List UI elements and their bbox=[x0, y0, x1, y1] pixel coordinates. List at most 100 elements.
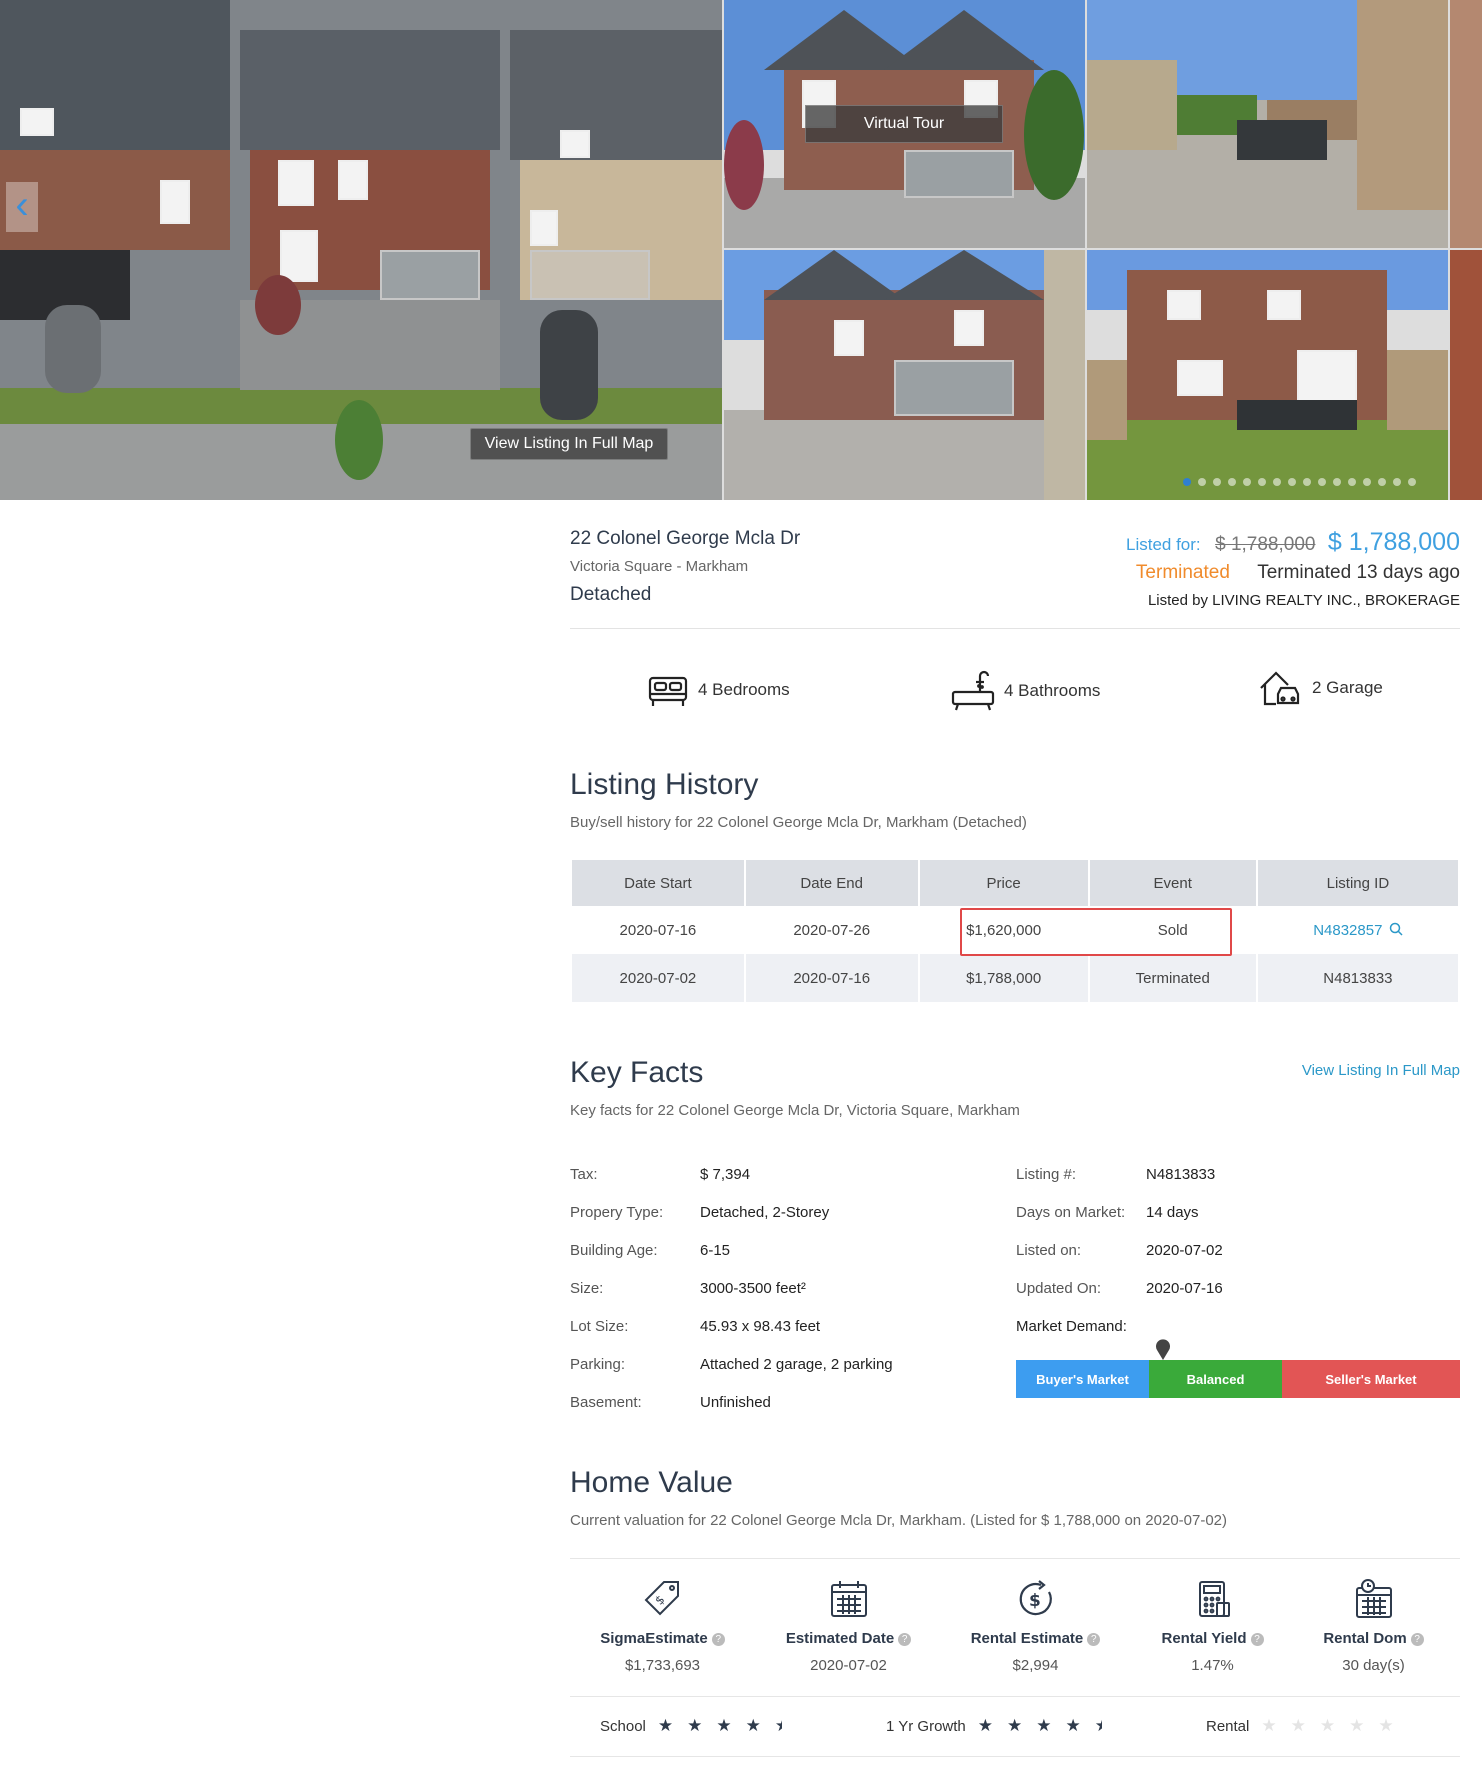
fact-label: Days on Market: bbox=[1016, 1203, 1126, 1221]
table-row: 2020-07-16 2020-07-26 $1,620,000 Sold N4… bbox=[572, 906, 1458, 954]
star-rating-icon: ★★★★★ bbox=[657, 1716, 782, 1735]
estimated-date-label: Estimated Date bbox=[785, 1630, 895, 1647]
gallery-dot[interactable] bbox=[1363, 478, 1371, 486]
rental-rating: Rental ★★★★★ bbox=[1206, 1716, 1408, 1736]
chevron-left-icon[interactable]: ‹ bbox=[6, 182, 38, 232]
calculator-icon bbox=[1198, 1581, 1230, 1617]
status-time: Terminated 13 days ago bbox=[1257, 562, 1460, 583]
fact-listed-on: Listed on: 2020-07-02 bbox=[1016, 1231, 1223, 1269]
photo-gallery: ‹ View Listing In Full Map Virtual Tour bbox=[0, 0, 1482, 500]
fact-label: Size: bbox=[570, 1279, 604, 1297]
sigma-estimate-value: $1,733,693 bbox=[624, 1657, 701, 1674]
fact-value: 45.93 x 98.43 feet bbox=[700, 1317, 821, 1335]
sellers-market-segment: Seller's Market bbox=[1282, 1360, 1460, 1398]
home-value-title: Home Value bbox=[570, 1466, 733, 1499]
sigma-estimate-label: SigmaEstimate bbox=[600, 1630, 708, 1647]
fact-value: Detached, 2-Storey bbox=[700, 1203, 830, 1221]
star-rating-icon: ★★★★★ bbox=[977, 1716, 1102, 1735]
current-price: $ 1,788,000 bbox=[1327, 528, 1460, 556]
fact-value: N4813833 bbox=[1146, 1165, 1216, 1183]
listing-property-type: Detached bbox=[570, 584, 652, 605]
gallery-photo-rear[interactable] bbox=[1087, 250, 1448, 500]
date-start-cell: 2020-07-02 bbox=[572, 954, 744, 1002]
gallery-dot[interactable] bbox=[1258, 478, 1266, 486]
listing-id-link[interactable]: N4832857 bbox=[1313, 922, 1382, 939]
date-end-cell: 2020-07-16 bbox=[745, 954, 918, 1002]
gallery-dot[interactable] bbox=[1288, 478, 1296, 486]
home-value-subtitle: Current valuation for 22 Colonel George … bbox=[570, 1512, 1228, 1529]
price-cell: $1,788,000 bbox=[919, 954, 1088, 1002]
calendar-clock-icon bbox=[1355, 1579, 1392, 1618]
virtual-tour-button[interactable]: Virtual Tour bbox=[805, 105, 1003, 143]
status-badge: Terminated bbox=[1135, 562, 1230, 583]
gallery-dot[interactable] bbox=[1198, 478, 1206, 486]
fact-tax: Tax: $ 7,394 bbox=[570, 1155, 893, 1193]
rental-estimate: $ Rental Estimate? $2,994 bbox=[948, 1578, 1123, 1674]
fact-size: Size: 3000-3500 feet² bbox=[570, 1269, 893, 1307]
help-icon[interactable]: ? bbox=[1087, 1633, 1101, 1646]
listing-history-subtitle: Buy/sell history for 22 Colonel George M… bbox=[570, 814, 1027, 831]
garage-label: 2 Garage bbox=[1312, 678, 1383, 697]
help-icon[interactable]: ? bbox=[711, 1633, 725, 1646]
rental-yield-label: Rental Yield bbox=[1161, 1630, 1247, 1647]
gallery-photo-angle[interactable] bbox=[724, 250, 1085, 500]
divider bbox=[570, 1696, 1460, 1697]
gallery-photo-partial-2[interactable] bbox=[1450, 250, 1482, 500]
gallery-dot[interactable] bbox=[1393, 478, 1401, 486]
table-row: 2020-07-02 2020-07-16 $1,788,000 Termina… bbox=[572, 954, 1458, 1002]
rental-estimate-value: $2,994 bbox=[1012, 1657, 1059, 1674]
brokerage: Listed by LIVING REALTY INC., BROKERAGE bbox=[1147, 592, 1460, 609]
fact-value: $ 7,394 bbox=[700, 1165, 751, 1183]
view-full-map-link[interactable]: View Listing In Full Map bbox=[1302, 1062, 1460, 1079]
estimated-date-value: 2020-07-02 bbox=[810, 1657, 887, 1674]
fact-label: Lot Size: bbox=[570, 1317, 629, 1335]
fact-property-type: Propery Type: Detached, 2-Storey bbox=[570, 1193, 893, 1231]
help-icon[interactable]: ? bbox=[1410, 1633, 1424, 1646]
gallery-dot[interactable] bbox=[1378, 478, 1386, 486]
gallery-dot[interactable] bbox=[1318, 478, 1326, 486]
column-header: Date End bbox=[745, 860, 918, 906]
gallery-dot[interactable] bbox=[1183, 478, 1191, 486]
gallery-dot[interactable] bbox=[1273, 478, 1281, 486]
old-price: $ 1,788,000 bbox=[1215, 534, 1316, 555]
rental-yield-value: 1.47% bbox=[1191, 1657, 1234, 1674]
fact-label: Propery Type: bbox=[570, 1203, 664, 1221]
fact-market-demand: Market Demand: bbox=[1016, 1307, 1223, 1345]
feature-garage: 2 Garage bbox=[1258, 668, 1383, 708]
column-header: Date Start bbox=[572, 860, 744, 906]
fact-parking: Parking: Attached 2 garage, 2 parking bbox=[570, 1345, 893, 1383]
listed-for-label: Listed for: bbox=[1125, 535, 1201, 554]
rental-dom-value: 30 day(s) bbox=[1342, 1657, 1405, 1674]
fact-value: 14 days bbox=[1146, 1203, 1199, 1221]
gallery-dot[interactable] bbox=[1213, 478, 1221, 486]
gallery-dot[interactable] bbox=[1243, 478, 1251, 486]
gallery-dot[interactable] bbox=[1228, 478, 1236, 486]
search-icon[interactable] bbox=[1389, 922, 1403, 936]
gallery-photo-partial-1[interactable] bbox=[1450, 0, 1482, 248]
bathtub-icon bbox=[951, 670, 995, 711]
key-facts-right: Listing #: N4813833 Days on Market: 14 day… bbox=[1016, 1155, 1223, 1345]
fact-label: Listing #: bbox=[1016, 1165, 1077, 1183]
gallery-dot[interactable] bbox=[1408, 478, 1416, 486]
divider bbox=[570, 628, 1460, 629]
star-rating-icon: ★★★★★ bbox=[1261, 1716, 1408, 1735]
rental-yield: Rental Yield? 1.47% bbox=[1125, 1578, 1300, 1674]
bedrooms-label: 4 Bedrooms bbox=[698, 680, 790, 699]
gallery-dot[interactable] bbox=[1348, 478, 1356, 486]
school-rating: School ★★★★★ bbox=[600, 1716, 782, 1736]
fact-building-age: Building Age: 6-15 bbox=[570, 1231, 893, 1269]
school-rating-label: School bbox=[600, 1717, 646, 1735]
main-photo[interactable] bbox=[0, 0, 722, 500]
gallery-dot[interactable] bbox=[1303, 478, 1311, 486]
help-icon[interactable]: ? bbox=[1250, 1633, 1264, 1646]
dollar-cycle-icon: $ bbox=[1019, 1580, 1052, 1616]
view-full-map-photo-button[interactable]: View Listing In Full Map bbox=[470, 428, 668, 460]
fact-value: 2020-07-16 bbox=[1146, 1279, 1223, 1297]
gallery-photo-backyard[interactable] bbox=[1087, 0, 1448, 248]
rental-dom: Rental Dom? 30 day(s) bbox=[1286, 1578, 1461, 1674]
help-icon[interactable]: ? bbox=[898, 1633, 912, 1646]
fact-lot-size: Lot Size: 45.93 x 98.43 feet bbox=[570, 1307, 893, 1345]
gallery-dot[interactable] bbox=[1333, 478, 1341, 486]
fact-days-on-market: Days on Market: 14 days bbox=[1016, 1193, 1223, 1231]
sigma-estimate: $ SigmaEstimate? $1,733,693 bbox=[575, 1578, 750, 1674]
